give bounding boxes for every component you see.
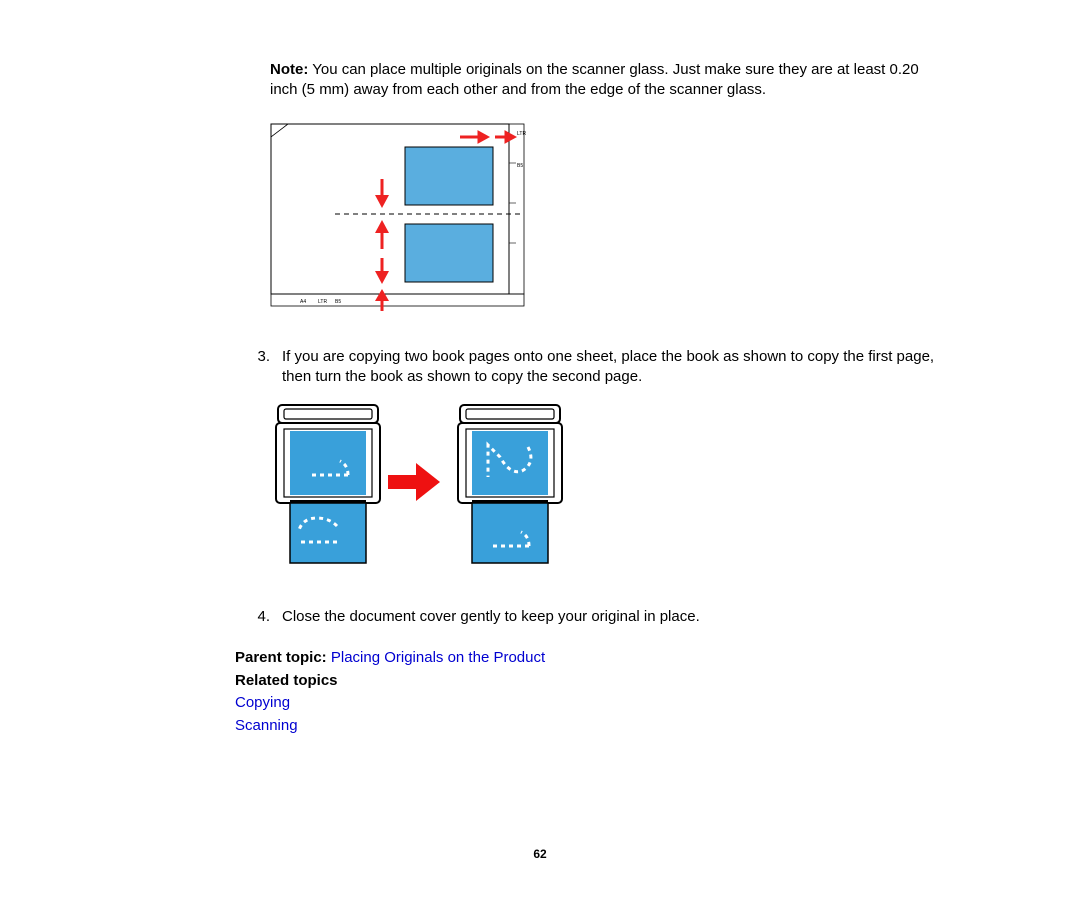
parent-topic-block: Parent topic: Placing Originals on the P… xyxy=(235,647,945,737)
illustration-scanner-glass: LTR B5 A4 LTR B5 xyxy=(270,123,945,317)
step-3-number: 3. xyxy=(242,347,282,388)
related-topics-label: Related topics xyxy=(235,670,945,693)
svg-text:A4: A4 xyxy=(300,299,306,305)
svg-text:B5: B5 xyxy=(517,163,523,169)
step-4-text: Close the document cover gently to keep … xyxy=(282,607,945,627)
step-3-text: If you are copying two book pages onto o… xyxy=(282,347,945,388)
step-3: 3. If you are copying two book pages ont… xyxy=(242,347,945,388)
note-text: You can place multiple originals on the … xyxy=(270,61,919,98)
parent-topic-line: Parent topic: Placing Originals on the P… xyxy=(235,647,945,670)
page-content: Note: You can place multiple originals o… xyxy=(0,0,1080,901)
related-link-scanning[interactable]: Scanning xyxy=(235,717,298,734)
scanner-glass-svg: LTR B5 A4 LTR B5 xyxy=(270,123,526,313)
note-paragraph: Note: You can place multiple originals o… xyxy=(270,60,945,101)
illustration-book-copy xyxy=(270,403,945,577)
related-link-copying[interactable]: Copying xyxy=(235,694,290,711)
step-4-number: 4. xyxy=(242,607,282,627)
svg-text:LTR: LTR xyxy=(318,299,327,305)
parent-topic-label: Parent topic: xyxy=(235,649,327,666)
svg-text:B5: B5 xyxy=(335,299,341,305)
parent-topic-link[interactable]: Placing Originals on the Product xyxy=(331,649,545,666)
svg-text:LTR: LTR xyxy=(517,131,526,137)
note-label: Note: xyxy=(270,61,308,78)
page-number: 62 xyxy=(135,847,945,861)
book-copy-svg xyxy=(270,403,580,573)
step-4: 4. Close the document cover gently to ke… xyxy=(242,607,945,627)
